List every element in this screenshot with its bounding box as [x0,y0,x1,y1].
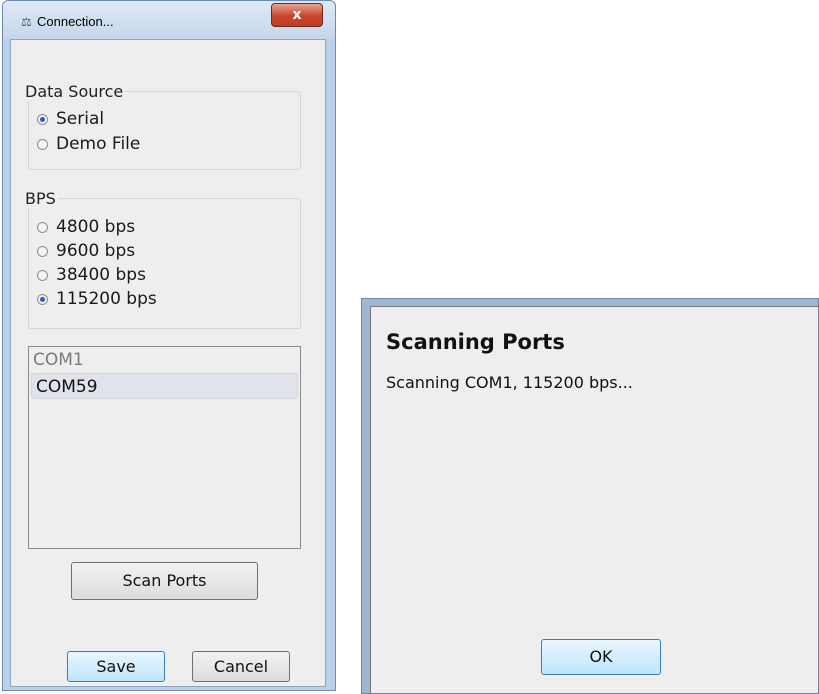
radio-button-icon [37,269,48,281]
radio-4800[interactable]: 4800 bps [37,217,135,239]
connection-icon: ⚖ [21,15,32,29]
scan-ports-button[interactable]: Scan Ports [71,562,258,600]
radio-serial-label: Serial [56,109,105,129]
dialog-title: Scanning Ports [386,330,565,354]
close-icon: x [292,7,302,23]
radio-serial[interactable]: Serial [37,109,104,131]
ok-button[interactable]: OK [541,639,661,675]
close-button[interactable]: x [271,3,323,27]
radio-demo-file[interactable]: Demo File [37,134,140,156]
radio-button-icon [37,221,48,233]
radio-button-icon [37,245,48,257]
radio-demo-file-label: Demo File [56,134,141,154]
radio-38400-label: 38400 bps [56,265,146,285]
radio-9600[interactable]: 9600 bps [37,241,135,263]
dialog-message: Scanning COM1, 115200 bps... [386,373,633,392]
list-item[interactable]: COM1 [29,347,300,373]
radio-button-icon [37,293,48,305]
port-list[interactable]: COM1 COM59 [28,346,301,549]
cancel-button[interactable]: Cancel [192,651,290,682]
radio-115200-label: 115200 bps [56,289,157,309]
data-source-legend: Data Source [25,82,124,101]
radio-115200[interactable]: 115200 bps [37,289,157,311]
title-bar[interactable]: ⚖ Connection... x [3,1,335,39]
save-button[interactable]: Save [67,651,165,682]
list-item[interactable]: COM59 [31,373,298,399]
scanning-dialog: Scanning Ports Scanning COM1, 115200 bps… [361,298,819,694]
bps-legend: BPS [25,189,56,208]
connection-client-area: Data Source Serial Demo File BPS 4800 bp… [10,39,326,687]
radio-4800-label: 4800 bps [56,217,136,237]
connection-window: ⚖ Connection... x Data Source Serial Dem… [2,0,336,691]
radio-button-icon [37,113,48,125]
bps-group: BPS 4800 bps 9600 bps 38400 bps 115200 b… [25,189,301,329]
scanning-dialog-client-area: Scanning Ports Scanning COM1, 115200 bps… [370,306,818,693]
data-source-group: Data Source Serial Demo File [25,82,301,170]
radio-9600-label: 9600 bps [56,241,136,261]
radio-38400[interactable]: 38400 bps [37,265,146,287]
window-title: Connection... [37,14,114,29]
radio-button-icon [37,138,48,150]
